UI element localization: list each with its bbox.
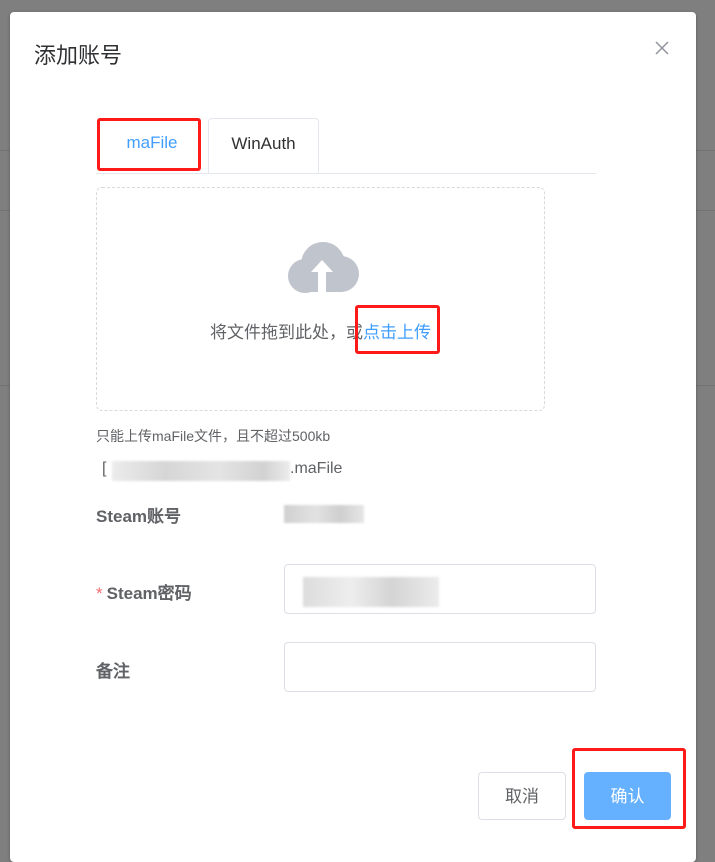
upload-instruction: 将文件拖到此处，或 <box>210 323 363 342</box>
password-value-redacted <box>303 577 439 607</box>
upload-tip: 只能上传maFile文件，且不超过500kb <box>96 428 331 444</box>
tab-winauth[interactable]: WinAuth <box>208 118 319 173</box>
remark-input[interactable] <box>284 642 596 692</box>
upload-link[interactable]: 点击上传 <box>363 323 431 342</box>
tab-bar: maFile WinAuth <box>96 118 596 174</box>
file-name-redacted <box>112 461 290 481</box>
tab-baseline <box>96 173 596 174</box>
confirm-button[interactable]: 确认 <box>584 772 671 820</box>
add-account-dialog: 添加账号 maFile WinAuth 将文件拖到此处，或点击上传 只能上传ma… <box>10 12 696 862</box>
upload-dropzone[interactable]: 将文件拖到此处，或点击上传 <box>96 187 545 411</box>
required-mark: * <box>96 584 103 603</box>
dialog-title: 添加账号 <box>34 43 123 68</box>
steam-password-input[interactable] <box>284 564 596 614</box>
steam-account-label: Steam账号 <box>96 507 182 526</box>
steam-account-value-redacted <box>284 505 364 523</box>
steam-password-label: * Steam密码 <box>96 579 192 604</box>
cloud-upload-icon <box>288 242 359 293</box>
close-icon[interactable] <box>654 40 670 56</box>
steam-password-label-text: Steam密码 <box>106 584 192 603</box>
upload-text: 将文件拖到此处，或点击上传 <box>97 318 544 343</box>
cancel-button[interactable]: 取消 <box>478 772 566 820</box>
file-name-prefix: [ <box>102 460 107 477</box>
tab-mafile[interactable]: maFile <box>102 118 202 173</box>
remark-label: 备注 <box>96 662 130 681</box>
file-extension: .maFile <box>290 460 343 477</box>
